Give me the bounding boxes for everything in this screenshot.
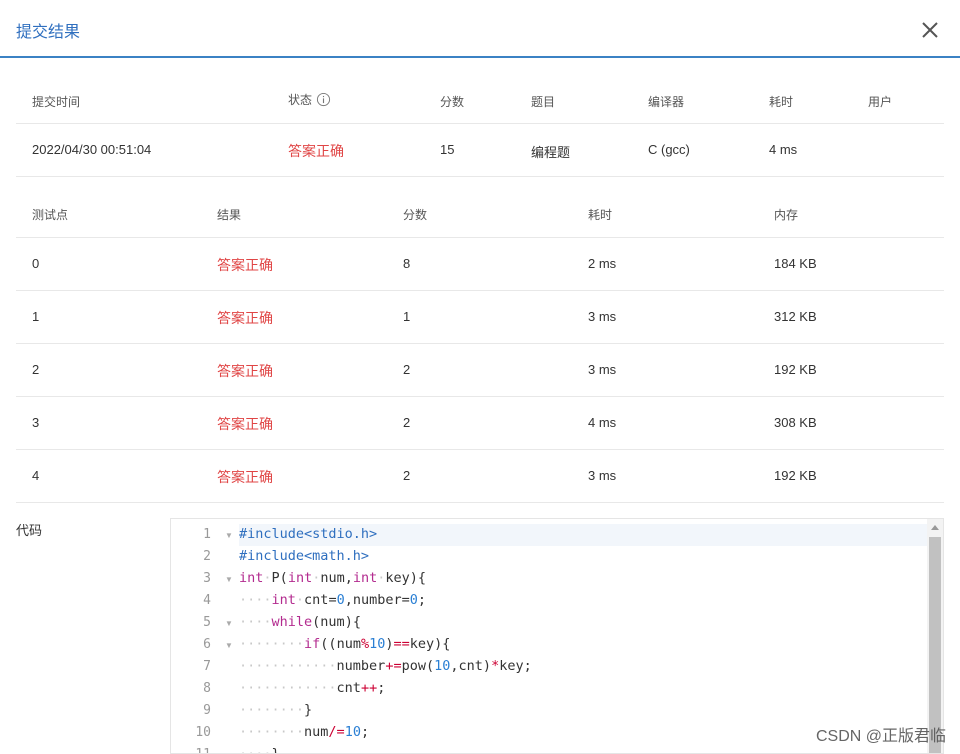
test-score: 1 [403, 309, 411, 324]
test-result: 答案正确 [217, 363, 273, 379]
test-memory: 312 KB [774, 309, 817, 324]
line-number: 7 [203, 659, 211, 674]
test-memory: 192 KB [774, 362, 817, 377]
test-id: 0 [32, 256, 40, 271]
test-memory: 192 KB [774, 468, 817, 483]
col-score: 分数 [440, 95, 465, 109]
submit-time: 2022/04/30 00:51:04 [32, 142, 152, 157]
col-test-id: 测试点 [32, 208, 69, 222]
test-id: 1 [32, 309, 40, 324]
test-score: 2 [403, 362, 411, 377]
fold-toggle-icon[interactable]: ▼ [225, 575, 233, 584]
table-row: 4 答案正确 2 3 ms 192 KB [16, 450, 944, 503]
test-result: 答案正确 [217, 257, 273, 273]
code-line: ········num/=10; [239, 724, 370, 740]
code-line: int·P(int·num,int·key){ [239, 570, 427, 586]
code-line: ········if((num%10)==key){ [239, 636, 451, 652]
status-badge: 答案正确 [288, 143, 344, 159]
code-line: ········} [239, 702, 313, 718]
line-number: 4 [203, 593, 211, 608]
line-number: 5 [203, 615, 211, 630]
test-elapsed: 4 ms [588, 415, 617, 430]
vertical-scrollbar[interactable] [927, 519, 943, 753]
problem-link[interactable]: 编程题 [531, 142, 570, 161]
test-elapsed: 3 ms [588, 309, 617, 324]
line-number: 8 [203, 681, 211, 696]
score-value: 15 [440, 142, 455, 157]
line-number: 3 [203, 571, 211, 586]
col-submit-time: 提交时间 [32, 95, 81, 109]
test-elapsed: 3 ms [588, 362, 617, 377]
col-compiler: 编译器 [648, 95, 685, 109]
test-result: 答案正确 [217, 416, 273, 432]
line-number: 1 [203, 527, 211, 542]
test-id: 2 [32, 362, 40, 377]
scroll-up-arrow-icon[interactable] [931, 525, 939, 530]
test-result: 答案正确 [217, 310, 273, 326]
col-status: 状态 [288, 91, 331, 108]
dialog-title: 提交结果 [16, 24, 81, 41]
close-icon[interactable] [918, 18, 942, 42]
test-id: 4 [32, 468, 40, 483]
test-score: 8 [403, 256, 411, 271]
col-test-elapsed: 耗时 [588, 208, 613, 222]
code-label: 代码 [16, 523, 43, 538]
tests-header-row: 测试点 结果 分数 耗时 内存 [16, 194, 944, 238]
line-number: 6 [203, 637, 211, 652]
test-score: 2 [403, 415, 411, 430]
col-test-score: 分数 [403, 208, 428, 222]
line-number: 9 [203, 703, 211, 718]
col-memory: 内存 [774, 208, 799, 222]
code-line: #include<stdio.h> [239, 526, 378, 542]
table-row: 2 答案正确 2 3 ms 192 KB [16, 344, 944, 397]
line-number: 11 [171, 747, 211, 753]
line-gutter: 1 2 3 4 5 6 7 8 9 10 11 ▼ ▼ ▼ ▼ [171, 519, 239, 753]
test-memory: 308 KB [774, 415, 817, 430]
test-elapsed: 3 ms [588, 468, 617, 483]
summary-row: 2022/04/30 00:51:04 答案正确 15 编程题 C (gcc) … [16, 124, 944, 177]
code-line: ············number+=pow(10,cnt)*key; [239, 658, 532, 674]
code-line: ····while(num){ [239, 614, 361, 630]
col-result: 结果 [217, 208, 242, 222]
test-result: 答案正确 [217, 469, 273, 485]
info-icon[interactable] [316, 92, 331, 107]
compiler-value: C (gcc) [648, 142, 690, 157]
test-memory: 184 KB [774, 256, 817, 271]
elapsed-value: 4 ms [769, 142, 798, 157]
test-score: 2 [403, 468, 411, 483]
code-line: ····int·cnt=0,number=0; [239, 592, 427, 608]
table-row: 3 答案正确 2 4 ms 308 KB [16, 397, 944, 450]
code-line: ····} [239, 746, 280, 754]
col-elapsed: 耗时 [769, 95, 794, 109]
line-number: 10 [195, 725, 211, 740]
col-user: 用户 [868, 95, 893, 109]
test-elapsed: 2 ms [588, 256, 617, 271]
code-editor[interactable]: 1 2 3 4 5 6 7 8 9 10 11 ▼ ▼ ▼ ▼ #include… [170, 518, 944, 754]
fold-toggle-icon[interactable]: ▼ [225, 641, 233, 650]
table-row: 1 答案正确 1 3 ms 312 KB [16, 291, 944, 344]
watermark: CSDN @正版君临 [815, 728, 946, 745]
dialog-header: 提交结果 [0, 0, 960, 58]
line-number: 2 [203, 549, 211, 564]
code-line: ············cnt++; [239, 680, 386, 696]
test-id: 3 [32, 415, 40, 430]
fold-toggle-icon[interactable]: ▼ [225, 531, 233, 540]
fold-toggle-icon[interactable]: ▼ [225, 619, 233, 628]
summary-header-row: 提交时间 状态 分数 题目 编译器 耗时 用户 [16, 88, 944, 124]
table-row: 0 答案正确 8 2 ms 184 KB [16, 238, 944, 291]
col-problem: 题目 [531, 95, 556, 109]
code-line: #include<math.h> [239, 548, 370, 564]
